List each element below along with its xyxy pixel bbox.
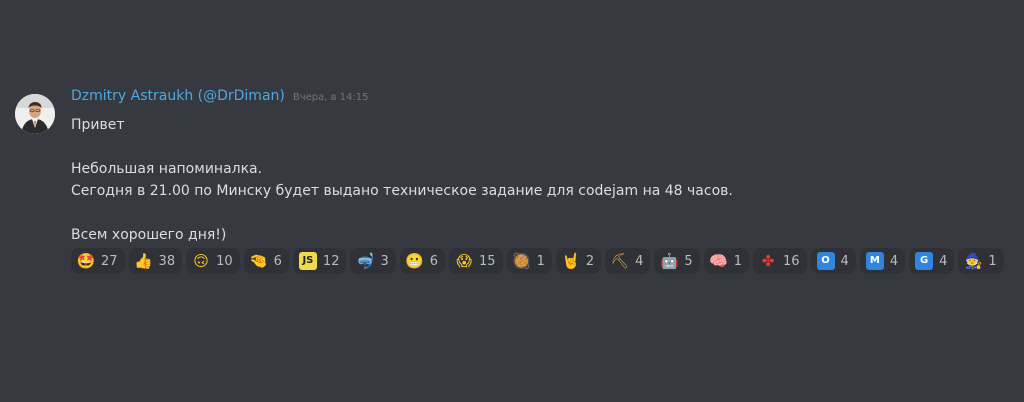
reaction-count: 1 [733,253,742,269]
rock-on-icon: 🤘 [561,252,581,270]
reaction-count: 6 [429,253,439,269]
message-content: Dzmitry Astraukh (@DrDiman) Вчера, в 14:… [71,88,1011,246]
js-icon: JS [298,252,317,270]
reaction-count: 10 [216,253,233,269]
star-struck-icon: 🤩 [76,252,96,270]
reaction-count: 15 [479,253,496,269]
mage-icon: 🧙 [964,252,983,270]
message-line [71,136,1011,158]
reaction-mage[interactable]: 🧙 1 [958,248,1004,274]
message-line: Сегодня в 21.00 по Минску будет выдано т… [71,183,733,199]
reaction-count: 38 [158,253,176,269]
message-line [71,202,1011,224]
snorkel-icon: 🤿 [356,252,375,270]
reaction-count: 16 [782,253,800,269]
reaction-count: 4 [840,253,849,269]
reaction-thumbs-up[interactable]: 👍 38 [128,248,183,274]
reaction-count: 1 [988,253,997,269]
letter-o-icon: O [816,252,835,270]
reaction-snorkel[interactable]: 🤿 3 [350,248,396,274]
reaction-count: 6 [273,253,282,269]
letter-g-icon: G [915,252,934,270]
reaction-count: 2 [585,253,595,269]
reaction-fan[interactable]: ✤ 16 [752,248,807,274]
avatar-image [15,94,55,134]
reaction-grimacing[interactable]: 😬 6 [399,248,446,274]
reaction-robot[interactable]: 🤖 5 [654,248,700,274]
reaction-letter-o[interactable]: O4 [810,248,856,274]
message-timestamp: Вчера, в 14:15 [292,92,369,103]
reaction-count: 27 [101,253,118,269]
reaction-count: 3 [380,253,389,269]
reaction-count: 5 [684,253,693,269]
message-header: Dzmitry Astraukh (@DrDiman) Вчера, в 14:… [71,88,1011,114]
reaction-count: 4 [889,253,899,269]
brain-icon: 🧠 [709,252,729,270]
reaction-brain[interactable]: 🧠 1 [703,248,749,274]
robot-icon: 🤖 [660,252,679,270]
reaction-js[interactable]: JS 12 [292,248,347,274]
reaction-shovel[interactable]: ⛏ 4 [605,248,651,274]
message-line: Всем хорошего дня!) [71,227,227,243]
pinching-hand-icon: 🤏 [249,252,268,270]
upside-down-face-icon: 🙃 [193,252,209,270]
scream-icon: 😱 [456,252,472,270]
reaction-bowl[interactable]: 🥘 1 [506,248,552,274]
reaction-pinching-hand[interactable]: 🤏 6 [243,248,289,274]
grimacing-icon: 😬 [405,252,425,270]
user-avatar[interactable] [15,94,55,134]
reactions-bar: 🤩 27 👍 38 🙃 10 🤏 6 JS 12 🤿 3 😬 6 😱 15 🥘 1 🤘 2 ⛏ 4 🤖 5 🧠 1 ✤ 16 O 4 M 4 G… [71,248,1004,274]
fan-icon: ✤ [761,252,775,270]
reaction-rock-on[interactable]: 🤘 2 [555,248,602,274]
reaction-letter-m[interactable]: M4 [859,248,906,274]
message-text: Привет Небольшая напоминалка. Сегодня в … [71,114,1011,246]
message-line: Небольшая напоминалка. [71,161,263,177]
reaction-count: 4 [635,253,644,269]
letter-m-icon: M [865,252,884,270]
bowl-icon: 🥘 [512,252,531,270]
reaction-letter-g[interactable]: G4 [909,248,955,274]
reaction-star-struck[interactable]: 🤩 27 [71,248,125,274]
thumbs-up-icon: 👍 [134,252,153,270]
reaction-count: 1 [536,253,545,269]
message-line: Привет [71,117,125,133]
reaction-upside-down-face[interactable]: 🙃 10 [186,248,240,274]
reaction-scream[interactable]: 😱 15 [449,248,503,274]
reaction-count: 12 [322,253,340,269]
author-name[interactable]: Dzmitry Astraukh (@DrDiman) [71,88,285,104]
shovel-icon: ⛏ [610,252,630,270]
reaction-count: 4 [939,253,948,269]
